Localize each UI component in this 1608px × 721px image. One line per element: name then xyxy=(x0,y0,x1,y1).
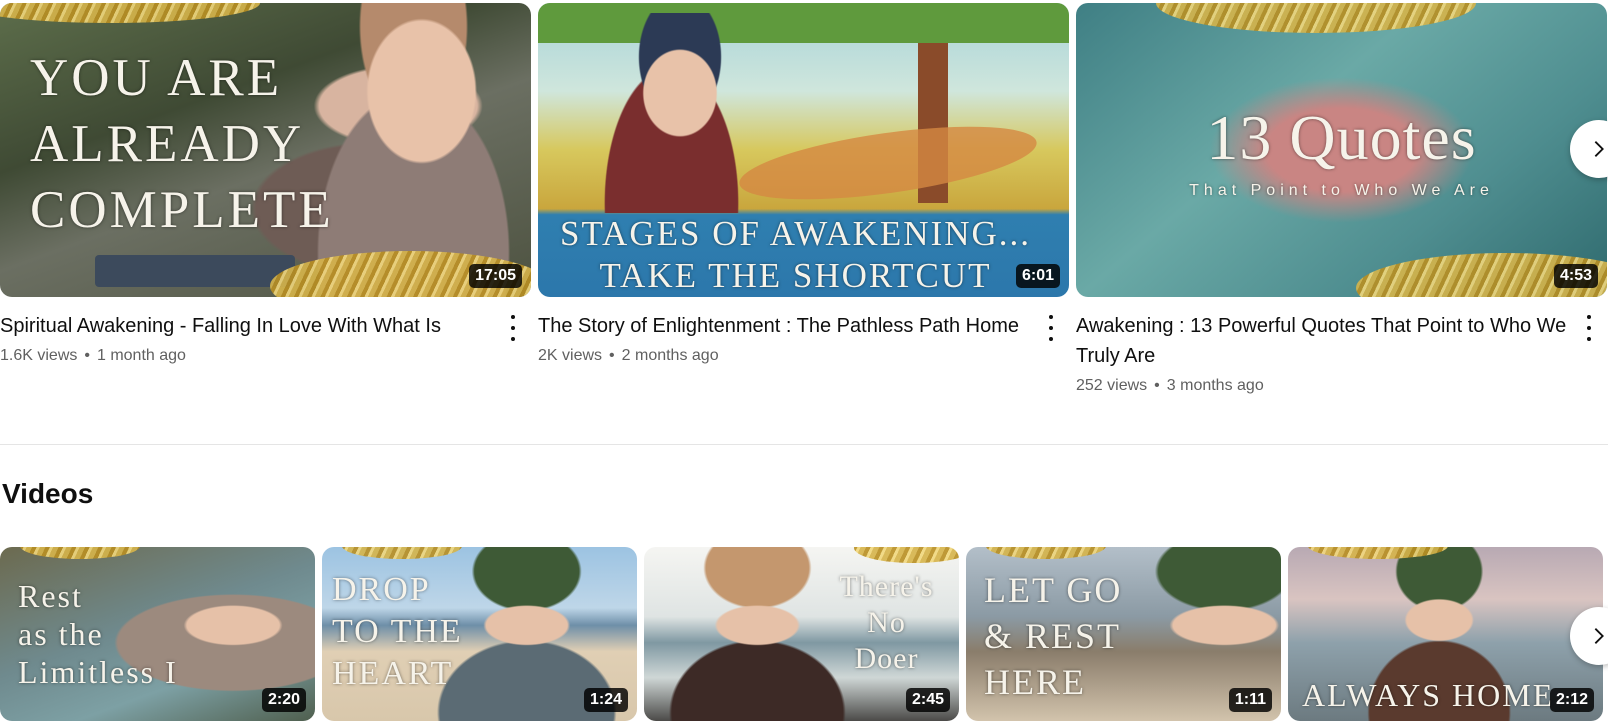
gold-swoosh xyxy=(20,547,140,559)
video-thumbnail[interactable]: 13 Quotes That Point to Who We Are 4:53 xyxy=(1076,3,1607,297)
section-divider xyxy=(0,444,1608,445)
duration-badge: 2:12 xyxy=(1549,688,1594,712)
path-decoration xyxy=(735,112,1041,214)
video-thumbnail[interactable]: ALWAYS HOME 2:12 xyxy=(1288,547,1603,721)
separator-dot: • xyxy=(84,347,90,364)
more-vert-icon[interactable] xyxy=(1041,315,1061,341)
duration-badge: 17:05 xyxy=(469,264,522,288)
thumbnail-overlay-title: 13 Quotes xyxy=(1206,102,1477,173)
view-count: 252 views xyxy=(1076,377,1148,394)
video-title[interactable]: Awakening : 13 Powerful Quotes That Poin… xyxy=(1076,311,1571,371)
upload-age: 3 months ago xyxy=(1166,377,1264,394)
featured-row: YOU ARE ALREADY COMPLETE 17:05 Spiritual… xyxy=(0,3,1607,397)
gold-swoosh xyxy=(0,3,260,23)
duration-badge: 2:20 xyxy=(261,688,306,712)
video-stats: 2K views • 2 months ago xyxy=(538,345,1033,367)
video-thumbnail[interactable]: DROP TO THE HEART 1:24 xyxy=(322,547,637,721)
chevron-right-icon xyxy=(1594,628,1604,644)
video-card[interactable]: Rest as the Limitless I 2:20 xyxy=(0,547,315,721)
duration-badge: 2:45 xyxy=(905,688,950,712)
person-figure xyxy=(578,13,748,213)
video-card[interactable]: There's No Doer 2:45 xyxy=(644,547,959,721)
separator-dot: • xyxy=(1154,377,1160,394)
duration-badge: 1:24 xyxy=(583,688,628,712)
gold-swoosh xyxy=(1156,3,1476,33)
gold-swoosh xyxy=(1308,547,1448,559)
duration-badge: 6:01 xyxy=(1015,264,1060,288)
thumbnail-overlay-text: Rest as the Limitless I xyxy=(18,578,178,690)
video-stats: 1.6K views • 1 month ago xyxy=(0,345,495,367)
thumbnail-overlay-text: YOU ARE ALREADY COMPLETE xyxy=(30,49,334,239)
videos-row: Rest as the Limitless I 2:20 DROP TO THE… xyxy=(0,547,1603,721)
video-title[interactable]: The Story of Enlightenment : The Pathles… xyxy=(538,311,1033,341)
video-card[interactable]: LET GO & REST HERE 1:11 xyxy=(966,547,1281,721)
video-thumbnail[interactable]: There's No Doer 2:45 xyxy=(644,547,959,721)
duration-badge: 1:11 xyxy=(1228,688,1272,712)
thumbnail-overlay-subtitle: That Point to Who We Are xyxy=(1189,182,1494,199)
view-count: 2K views xyxy=(538,347,603,364)
video-stats: 252 views • 3 months ago xyxy=(1076,375,1571,397)
video-title[interactable]: Spiritual Awakening - Falling In Love Wi… xyxy=(0,311,495,341)
upload-age: 2 months ago xyxy=(621,347,719,364)
thumbnail-overlay-text: ALWAYS HOME xyxy=(1302,677,1555,713)
video-card[interactable]: STAGES OF AWAKENING... TAKE THE SHORTCUT… xyxy=(538,3,1069,397)
separator-dot: • xyxy=(609,347,615,364)
video-card[interactable]: 13 Quotes That Point to Who We Are 4:53 … xyxy=(1076,3,1607,397)
video-meta: Spiritual Awakening - Falling In Love Wi… xyxy=(0,297,531,367)
video-meta: Awakening : 13 Powerful Quotes That Poin… xyxy=(1076,297,1607,397)
thumbnail-overlay-text: LET GO & REST HERE xyxy=(984,570,1123,702)
thumbnail-overlay-text: There's No Doer xyxy=(839,570,934,675)
video-thumbnail[interactable]: LET GO & REST HERE 1:11 xyxy=(966,547,1281,721)
video-thumbnail[interactable]: YOU ARE ALREADY COMPLETE 17:05 xyxy=(0,3,531,297)
section-title[interactable]: Videos xyxy=(2,478,93,510)
thumbnail-overlay-text: DROP TO THE HEART xyxy=(332,571,463,692)
channel-home: YOU ARE ALREADY COMPLETE 17:05 Spiritual… xyxy=(0,0,1608,721)
video-meta: The Story of Enlightenment : The Pathles… xyxy=(538,297,1069,367)
gold-swoosh xyxy=(342,547,462,559)
video-card[interactable]: YOU ARE ALREADY COMPLETE 17:05 Spiritual… xyxy=(0,3,531,397)
more-vert-icon[interactable] xyxy=(1579,315,1599,341)
video-card[interactable]: DROP TO THE HEART 1:24 xyxy=(322,547,637,721)
gold-swoosh xyxy=(986,547,1106,559)
video-card[interactable]: ALWAYS HOME 2:12 xyxy=(1288,547,1603,721)
duration-badge: 4:53 xyxy=(1553,264,1598,288)
more-vert-icon[interactable] xyxy=(503,315,523,341)
gold-swoosh xyxy=(854,547,959,563)
view-count: 1.6K views xyxy=(0,347,78,364)
upload-age: 1 month ago xyxy=(96,347,186,364)
thumbnail-overlay-text: STAGES OF AWAKENING... TAKE THE SHORTCUT xyxy=(560,214,1032,295)
video-thumbnail[interactable]: Rest as the Limitless I 2:20 xyxy=(0,547,315,721)
video-thumbnail[interactable]: STAGES OF AWAKENING... TAKE THE SHORTCUT… xyxy=(538,3,1069,297)
chevron-right-icon xyxy=(1594,141,1604,157)
pencil-decoration xyxy=(95,255,295,287)
